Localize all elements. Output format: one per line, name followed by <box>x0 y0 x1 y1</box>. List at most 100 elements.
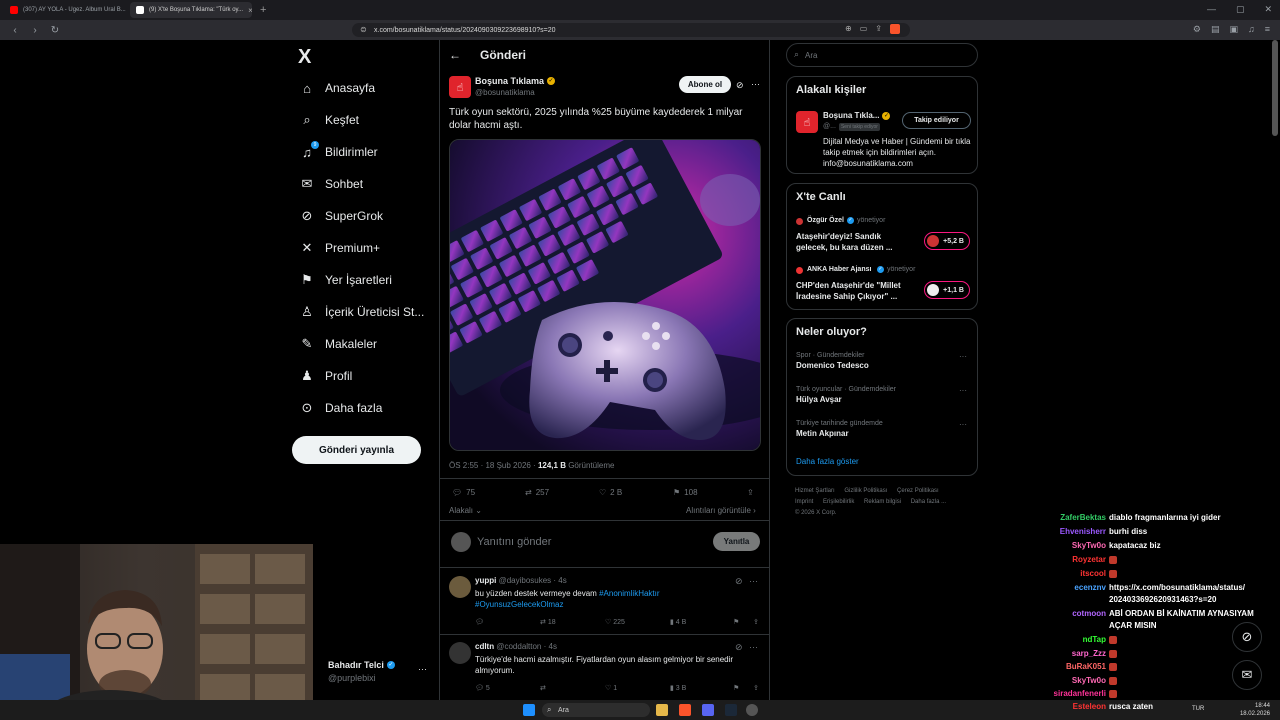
grok-fab-icon[interactable]: ⊘ <box>1232 622 1262 652</box>
nav-messages[interactable]: ✉ Sohbet <box>300 174 364 194</box>
close-tab-icon[interactable]: × <box>248 6 252 15</box>
tweet-time[interactable]: ÖS 2:55 · 18 Şub 2026 · <box>449 461 538 470</box>
footer-link[interactable]: Çerez Politikası <box>897 488 939 494</box>
like-action[interactable]: ♡ 225 <box>605 618 625 626</box>
more-options-icon[interactable]: ··· <box>749 576 758 586</box>
share-icon[interactable]: ⇪ <box>875 24 882 34</box>
nav-explore[interactable]: ⌕ Keşfet <box>300 110 359 130</box>
clock[interactable]: 18:44 18.02.2026 <box>1240 702 1270 718</box>
person-avatar[interactable]: ☝ <box>796 111 818 133</box>
bookmark-icon[interactable]: ⚑ <box>733 684 739 692</box>
page-scrollbar[interactable] <box>1272 40 1278 136</box>
nav-bookmarks[interactable]: ⚑ Yer İşaretleri <box>300 270 392 290</box>
site-info-icon[interactable]: ⊜ <box>360 25 367 34</box>
like-action[interactable]: ♡ 2 B <box>599 488 622 497</box>
grok-icon[interactable]: ⊘ <box>736 80 744 91</box>
nav-home[interactable]: ⌂ Anasayfa <box>300 78 375 98</box>
close-window-icon[interactable]: ✕ <box>1264 4 1272 15</box>
obs-icon[interactable] <box>746 704 758 716</box>
author-name[interactable]: Boşuna Tıklama ✓ <box>475 76 556 86</box>
steam-icon[interactable] <box>725 704 737 716</box>
reply-tweet[interactable]: yuppi @dayibosukes · 4s ⊘ ··· bu yüzden … <box>449 576 761 632</box>
language-indicator[interactable]: TUR <box>1192 706 1204 712</box>
media-icon[interactable]: ♫ <box>1248 24 1255 35</box>
reply-icon[interactable]: 💬︎ <box>475 618 484 626</box>
trend-item[interactable]: Türkiye tarihinde gündemde Metin Akpınar <box>796 420 971 438</box>
screen-icon[interactable]: ▭ <box>860 24 868 34</box>
account-menu-icon[interactable]: ··· <box>418 664 427 674</box>
account-switcher[interactable]: Bahadır Telci ✓ @purplebixi <box>328 660 395 683</box>
nav-notifications[interactable]: ♫ 9 Bildirimler <box>300 141 378 162</box>
wallet-icon[interactable]: ▣ <box>1229 24 1238 35</box>
extensions-icon[interactable]: ⚙ <box>1193 24 1201 35</box>
reply-action[interactable]: 💬︎ 75 <box>452 488 475 497</box>
footer-link[interactable]: Erişilebilirlik <box>823 499 854 505</box>
footer-link[interactable]: Reklam bilgisi <box>864 499 901 505</box>
more-options-icon[interactable]: ··· <box>749 642 758 652</box>
trend-more-icon[interactable]: ··· <box>959 352 967 361</box>
messages-fab-icon[interactable]: ✉ <box>1232 660 1262 690</box>
search-input[interactable]: ⌕ Ara <box>786 43 978 67</box>
minimize-icon[interactable]: — <box>1207 4 1216 15</box>
following-button[interactable]: Takip ediliyor <box>902 112 971 129</box>
show-more-link[interactable]: Daha fazla göster <box>796 457 859 466</box>
listeners-pill[interactable]: +5,2 B <box>924 232 970 250</box>
reply-action[interactable]: 💬︎ 5 <box>475 684 490 692</box>
reply-avatar[interactable] <box>449 642 471 664</box>
reload-icon[interactable]: ↻ <box>50 25 60 36</box>
repost-icon[interactable]: ⇄ <box>540 684 546 692</box>
listeners-pill[interactable]: +1,1 B <box>924 281 970 299</box>
trend-more-icon[interactable]: ··· <box>959 386 967 395</box>
share-action[interactable]: ⇪ <box>747 488 754 497</box>
repost-action[interactable]: ⇄ 257 <box>525 488 549 497</box>
brave-icon[interactable] <box>679 704 691 716</box>
forward-icon[interactable]: › <box>30 25 40 36</box>
menu-icon[interactable]: ≡ <box>1265 24 1270 35</box>
browser-tab-x[interactable]: (9) X'te Boşuna Tıklama: "Türk oy... × <box>130 2 252 18</box>
reply-button[interactable]: Yanıtla <box>713 532 760 551</box>
view-quotes-link[interactable]: Alıntıları görüntüle › <box>686 506 756 515</box>
nav-supergrok[interactable]: ⊘ SuperGrok <box>300 206 383 226</box>
repost-action[interactable]: ⇄ 18 <box>540 618 556 626</box>
tweet-image[interactable] <box>449 139 761 451</box>
share-icon[interactable]: ⇪ <box>753 684 759 692</box>
address-bar[interactable]: ⊜ x.com/bosunatiklama/status/20240903092… <box>352 23 910 37</box>
nav-creator-studio[interactable]: ♙ İçerik Üreticisi St... <box>300 302 424 322</box>
start-icon[interactable] <box>523 704 535 716</box>
live-item[interactable]: ANKA Haber Ajansı ✓ yönetiyor CHP'den At… <box>796 266 971 306</box>
grok-icon[interactable]: ⊘ <box>735 642 743 653</box>
nav-profile[interactable]: ♟ Profil <box>300 366 352 386</box>
footer-link[interactable]: Imprint <box>795 499 813 505</box>
grok-icon[interactable]: ⊘ <box>735 576 743 587</box>
discord-icon[interactable] <box>702 704 714 716</box>
trend-item[interactable]: Spor · Gündemdekiler Domenico Tedesco <box>796 352 971 370</box>
reply-input[interactable]: Yanıtını gönder <box>477 536 551 548</box>
views-action[interactable]: ▮ 4 B <box>670 618 686 626</box>
zoom-icon[interactable]: ⊕ <box>845 24 852 34</box>
trend-item[interactable]: Türk oyuncular · Gündemdekiler Hülya Avş… <box>796 386 971 404</box>
live-item[interactable]: Özgür Özel ✓ yönetiyor Ataşehir'deyiz! S… <box>796 217 971 257</box>
like-action[interactable]: ♡ 1 <box>605 684 617 692</box>
subscribe-button[interactable]: Abone ol <box>679 76 731 93</box>
reply-tweet[interactable]: cdltn @coddaltton · 4s ⊘ ··· Türkiye'de … <box>449 642 761 698</box>
new-tab-button[interactable]: + <box>260 4 266 16</box>
reply-author[interactable]: cdltn <box>475 642 494 651</box>
related-dropdown[interactable]: Alakalı ⌄ <box>449 506 482 515</box>
taskbar-search[interactable]: ⌕ Ara <box>542 703 650 717</box>
reply-handle[interactable]: @coddaltton <box>496 642 541 651</box>
nav-premium[interactable]: ✕ Premium+ <box>300 238 380 258</box>
footer-link[interactable]: Daha fazla ... <box>911 499 946 505</box>
nav-more[interactable]: ⊙ Daha fazla <box>300 398 383 418</box>
footer-link[interactable]: Hizmet Şartları <box>795 488 835 494</box>
maximize-icon[interactable]: ▢ <box>1236 4 1245 15</box>
footer-link[interactable]: Gizlilik Politikası <box>844 488 887 494</box>
reply-avatar[interactable] <box>449 576 471 598</box>
author-avatar[interactable]: ☝ <box>449 76 471 98</box>
person-name[interactable]: Boşuna Tıkla... ✓ <box>823 111 891 120</box>
post-button[interactable]: Gönderi yayınla <box>292 436 421 464</box>
author-handle[interactable]: @bosunatiklama <box>475 88 535 97</box>
brave-shield-icon[interactable] <box>890 24 900 34</box>
bookmark-icon[interactable]: ⚑ <box>733 618 739 626</box>
more-options-icon[interactable]: ··· <box>751 79 760 89</box>
trend-more-icon[interactable]: ··· <box>959 420 967 429</box>
